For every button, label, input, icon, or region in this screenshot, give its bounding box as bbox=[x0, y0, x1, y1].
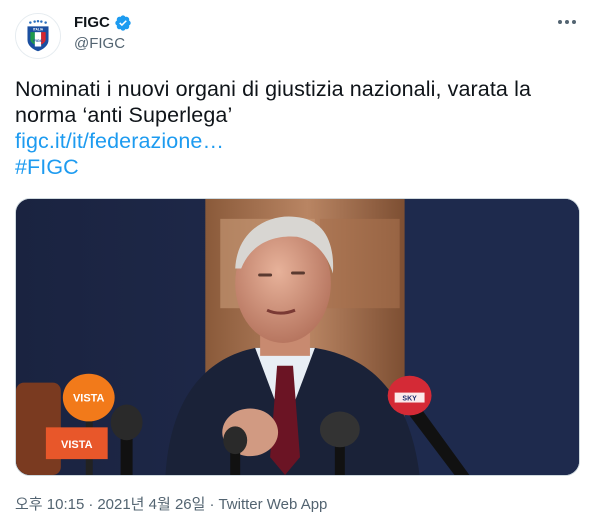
mic-label: VISTA bbox=[73, 393, 105, 405]
mic-flag-label: VISTA bbox=[61, 439, 93, 451]
tweet-text: Nominati i nuovi organi di giustizia naz… bbox=[15, 76, 575, 180]
tweet-text-line-2: norma ‘anti Superlega’ bbox=[15, 103, 233, 127]
meta-separator-2: · bbox=[209, 496, 215, 513]
svg-text:ITALIA: ITALIA bbox=[33, 28, 44, 32]
display-name[interactable]: FIGC bbox=[74, 13, 110, 33]
tweet-date: 2021년 4월 26일 bbox=[97, 496, 206, 513]
figc-crest-icon: ITALIA FIGC bbox=[16, 14, 60, 58]
hashtag-link[interactable]: #FIGC bbox=[15, 154, 575, 180]
svg-text:FIGC: FIGC bbox=[33, 38, 43, 43]
tweet-card: ITALIA FIGC FIGC @FIGC Nominati i nuovi … bbox=[0, 0, 592, 525]
press-conference-photo: VISTA VISTA SKY bbox=[16, 199, 579, 475]
tweet-text-line-1: Nominati i nuovi organi di giustizia naz… bbox=[15, 77, 531, 101]
verified-badge-icon bbox=[114, 14, 132, 32]
tweet-timestamp[interactable]: 오후 10:15 · 2021년 4월 26일 bbox=[15, 496, 205, 513]
author-handle[interactable]: @FIGC bbox=[74, 34, 125, 54]
tweet-meta: 오후 10:15 · 2021년 4월 26일 · Twitter Web App bbox=[15, 495, 327, 515]
meta-separator: · bbox=[88, 496, 94, 513]
tweet-link[interactable]: figc.it/it/federazione… bbox=[15, 128, 575, 154]
author-name-row[interactable]: FIGC bbox=[74, 13, 132, 33]
tweet-time: 오후 10:15 bbox=[15, 496, 85, 513]
mic-label-sky: SKY bbox=[402, 396, 417, 403]
avatar[interactable]: ITALIA FIGC bbox=[15, 13, 61, 59]
more-options-icon[interactable] bbox=[554, 12, 580, 32]
tweet-source-link[interactable]: Twitter Web App bbox=[218, 496, 327, 513]
tweet-photo[interactable]: VISTA VISTA SKY bbox=[15, 198, 580, 476]
